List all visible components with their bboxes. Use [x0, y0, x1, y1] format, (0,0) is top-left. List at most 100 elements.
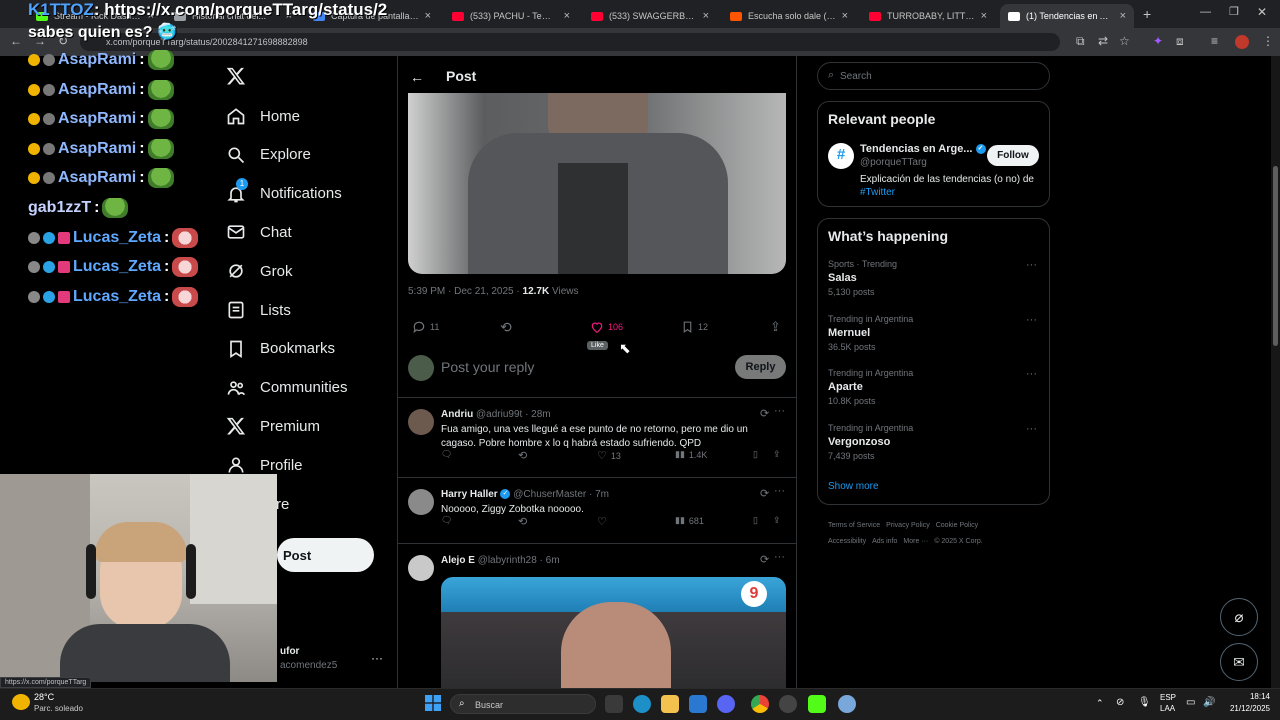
browser-tab[interactable]: (533) PACHU - Tema - You... ×	[444, 4, 578, 28]
edge-icon[interactable]	[633, 695, 651, 713]
trend-more-icon[interactable]: ···	[1026, 423, 1037, 435]
nav-item-home[interactable]: Home	[226, 106, 300, 126]
nav-item-profile[interactable]: Profile	[226, 455, 303, 475]
reply-input[interactable]: Post your reply	[441, 359, 534, 375]
post-media-image[interactable]	[408, 93, 786, 274]
x-logo-icon[interactable]	[226, 66, 246, 91]
nav-item-bookmarks[interactable]: Bookmarks	[226, 339, 335, 359]
account-more-icon[interactable]: ···	[371, 651, 383, 665]
footer-link[interactable]: Privacy Policy	[886, 522, 930, 529]
trend-item[interactable]: Trending in Argentina Vergonzoso 7,439 pos…	[828, 423, 1043, 461]
trend-item[interactable]: Trending in Argentina Mernuel 36.5K posts ·…	[828, 314, 1043, 352]
footer-link[interactable]: Cookie Policy	[936, 522, 978, 529]
reply-author-name[interactable]: Harry Haller	[441, 489, 498, 500]
back-icon[interactable]: ←	[10, 34, 22, 48]
trend-item[interactable]: Trending in Argentina Aparte 10.8K posts ··…	[828, 368, 1043, 406]
reply-comment-icon[interactable]: 🗨	[441, 449, 452, 460]
grok-explain-icon[interactable]: ⟳	[760, 553, 769, 566]
reply-like-action[interactable]: ♡ 13	[597, 449, 621, 462]
reply-views-action[interactable]: ▮▮ 1.4K	[675, 449, 707, 460]
tab-close-icon[interactable]: ×	[842, 10, 848, 22]
bookmark-action[interactable]: 12	[681, 320, 708, 334]
grok-float-icon[interactable]: ⌀	[1220, 598, 1258, 636]
reply-bookmark-icon[interactable]: ▯	[753, 515, 758, 526]
install-app-icon[interactable]: ⧉	[1076, 34, 1085, 49]
reply-share-icon[interactable]: ⇪	[773, 449, 781, 460]
footer-link[interactable]: Ads info	[872, 538, 897, 545]
footer-link[interactable]: Accessibility	[828, 538, 866, 545]
store-icon[interactable]	[689, 695, 707, 713]
lang-code[interactable]: ESP	[1160, 693, 1176, 702]
address-bar[interactable]: x.com/porqueTTarg/status/200284127169888…	[80, 33, 1060, 51]
reply-like-action[interactable]: ♡	[597, 515, 611, 528]
kick-icon[interactable]	[808, 695, 826, 713]
scrollbar-thumb[interactable]	[1273, 166, 1278, 346]
tab-close-icon[interactable]: ×	[425, 10, 431, 22]
browser-tab[interactable]: TURROBABY, LITTLE BOO... ×	[861, 4, 995, 28]
reply-views-action[interactable]: ▮▮ 681	[675, 515, 704, 526]
network-off-icon[interactable]: ⊘	[1116, 697, 1124, 708]
person-name[interactable]: Tendencias en Arge... ✓	[860, 143, 986, 155]
reply-item[interactable]: Andriu @adriu99t · 28m ⟳ ··· Fua amigo, una…	[398, 397, 796, 477]
display-icon[interactable]: ▭	[1186, 697, 1195, 708]
reply-item[interactable]: Alejo E @labyrinth28 · 6m ⟳ ··· 9	[398, 543, 796, 688]
settings-icon[interactable]	[838, 695, 856, 713]
reply-repost-icon[interactable]: ⟲	[518, 515, 527, 528]
task-view-icon[interactable]	[605, 695, 623, 713]
footer-link[interactable]: © 2025 X Corp.	[934, 538, 982, 545]
nav-item-explore[interactable]: Explore	[226, 145, 311, 165]
tab-search-icon[interactable]: ≡	[1211, 34, 1218, 48]
reply-comment-icon[interactable]: 🗨	[441, 515, 452, 526]
post-button[interactable]: Post	[277, 538, 374, 572]
taskbar-search[interactable]: ⌕ Buscar	[450, 694, 596, 714]
browser-tab[interactable]: (1) Tendencias en Argent... ×	[1000, 4, 1134, 28]
file-explorer-icon[interactable]	[661, 695, 679, 713]
browser-tab[interactable]: Escucha solo dale (prod... ×	[722, 4, 856, 28]
trend-more-icon[interactable]: ···	[1026, 314, 1037, 326]
messages-float-icon[interactable]: ✉	[1220, 643, 1258, 681]
page-scrollbar[interactable]	[1271, 56, 1280, 688]
discord-icon[interactable]	[717, 695, 735, 713]
search-box[interactable]: ⌕ Search	[817, 62, 1050, 90]
reply-avatar[interactable]	[408, 409, 434, 435]
nav-item-chat[interactable]: Chat	[226, 222, 292, 242]
show-more-link[interactable]: Show more	[828, 481, 879, 492]
reply-author-name[interactable]: Alejo E	[441, 555, 475, 566]
reply-action[interactable]: 11	[412, 320, 439, 334]
grok-explain-icon[interactable]: ⟳	[760, 407, 769, 420]
trend-more-icon[interactable]: ···	[1026, 368, 1037, 380]
reply-more-icon[interactable]: ···	[774, 405, 785, 417]
mic-icon[interactable]: 🎙	[1138, 697, 1151, 708]
tab-close-icon[interactable]: ×	[981, 10, 987, 22]
star-icon[interactable]: ☆	[1119, 34, 1130, 48]
follow-button[interactable]: Follow	[987, 145, 1039, 166]
weather-temp[interactable]: 28°C	[34, 692, 54, 702]
nav-item-lists[interactable]: Lists	[226, 300, 291, 320]
reply-more-icon[interactable]: ···	[774, 485, 785, 497]
search-input[interactable]: Search	[840, 71, 872, 82]
nav-item-communities[interactable]: Communities	[226, 378, 348, 398]
nav-item-notifications[interactable]: 1 Notifications	[226, 177, 342, 204]
person-avatar[interactable]: #	[828, 143, 854, 169]
footer-link[interactable]: More ···	[903, 538, 928, 545]
reply-share-icon[interactable]: ⇪	[773, 515, 781, 526]
reply-button[interactable]: Reply	[735, 355, 786, 379]
menu-icon[interactable]: ⋮	[1262, 34, 1274, 48]
clock-time[interactable]: 18:14	[1230, 692, 1270, 701]
bio-hashtag-link[interactable]: #Twitter	[860, 187, 895, 198]
app-icon[interactable]	[779, 695, 797, 713]
new-tab-icon[interactable]: +	[1143, 6, 1151, 22]
reply-avatar[interactable]	[408, 489, 434, 515]
trend-item[interactable]: Sports · Trending Salas 5,130 posts ···	[828, 259, 1043, 297]
tab-close-icon[interactable]: ×	[564, 10, 570, 22]
reply-avatar[interactable]	[408, 555, 434, 581]
nav-item-premium[interactable]: Premium	[226, 416, 320, 436]
repost-action[interactable]: ⟲	[500, 319, 512, 336]
puzzle-icon[interactable]: ⧈	[1176, 34, 1184, 49]
chrome-icon[interactable]	[751, 695, 769, 713]
tab-close-icon[interactable]: ×	[1120, 10, 1126, 22]
reply-more-icon[interactable]: ···	[774, 551, 785, 563]
reply-repost-icon[interactable]: ⟲	[518, 449, 527, 462]
reply-item[interactable]: Harry Haller ✓ @ChuserMaster · 7m ⟳ ··· Noo…	[398, 477, 796, 543]
reply-media-video[interactable]: 9	[441, 577, 786, 688]
